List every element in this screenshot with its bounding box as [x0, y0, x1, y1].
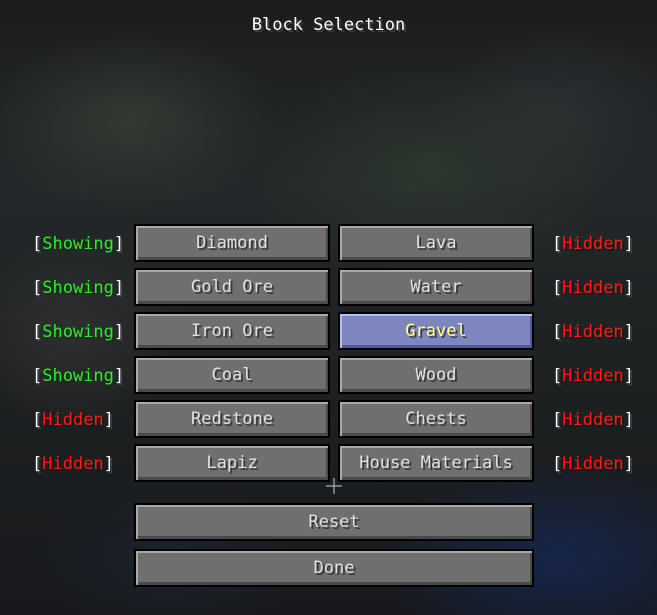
status-house-materials: [Hidden]: [552, 454, 634, 474]
block-button-chests[interactable]: Chests: [338, 400, 534, 438]
status-value: Hidden: [42, 454, 104, 474]
block-button-house-materials[interactable]: House Materials: [338, 444, 534, 482]
block-button-lava[interactable]: Lava: [338, 224, 534, 262]
status-diamond: [Showing]: [32, 234, 125, 254]
block-button-diamond[interactable]: Diamond: [134, 224, 330, 262]
status-coal: [Showing]: [32, 366, 125, 386]
status-value: Showing: [42, 234, 114, 254]
status-value: Hidden: [42, 410, 104, 430]
status-value: Showing: [42, 366, 114, 386]
block-button-redstone[interactable]: Redstone: [134, 400, 330, 438]
status-value: Hidden: [562, 278, 624, 298]
block-button-water[interactable]: Water: [338, 268, 534, 306]
block-button-gravel[interactable]: Gravel: [338, 312, 534, 350]
screen-title: Block Selection: [251, 15, 406, 35]
done-button[interactable]: Done: [134, 549, 534, 587]
status-lapiz: [Hidden]: [32, 454, 114, 474]
status-wood: [Hidden]: [552, 366, 634, 386]
status-gold-ore: [Showing]: [32, 278, 125, 298]
block-button-coal[interactable]: Coal: [134, 356, 330, 394]
block-button-iron-ore[interactable]: Iron Ore: [134, 312, 330, 350]
status-iron-ore: [Showing]: [32, 322, 125, 342]
block-button-wood[interactable]: Wood: [338, 356, 534, 394]
status-redstone: [Hidden]: [32, 410, 114, 430]
status-chests: [Hidden]: [552, 410, 634, 430]
crosshair-icon: [326, 478, 342, 494]
status-value: Hidden: [562, 366, 624, 386]
status-value: Showing: [42, 278, 114, 298]
status-value: Hidden: [562, 410, 624, 430]
status-water: [Hidden]: [552, 278, 634, 298]
status-value: Showing: [42, 322, 114, 342]
status-value: Hidden: [562, 322, 624, 342]
reset-button[interactable]: Reset: [134, 503, 534, 541]
status-lava: [Hidden]: [552, 234, 634, 254]
block-button-gold-ore[interactable]: Gold Ore: [134, 268, 330, 306]
status-gravel: [Hidden]: [552, 322, 634, 342]
block-button-lapiz[interactable]: Lapiz: [134, 444, 330, 482]
status-value: Hidden: [562, 454, 624, 474]
status-value: Hidden: [562, 234, 624, 254]
